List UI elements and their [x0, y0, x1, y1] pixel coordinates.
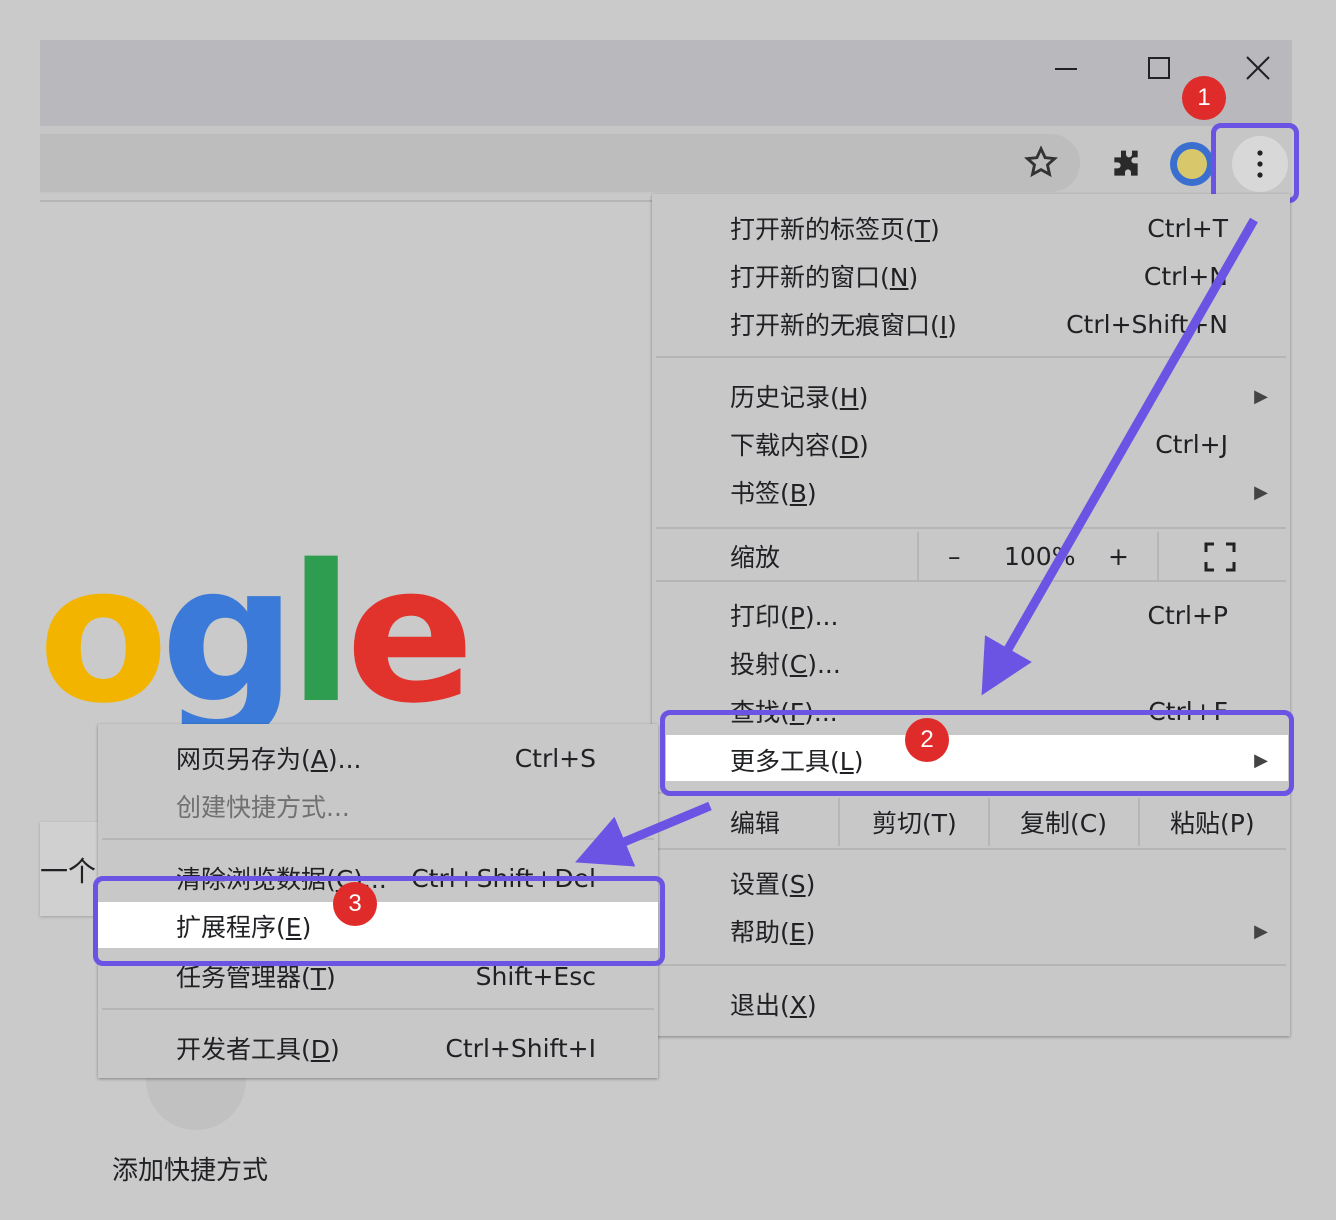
arrow-to-more-tools — [981, 217, 1258, 696]
arrow-to-extensions — [575, 801, 712, 867]
annotation-arrows — [575, 217, 1258, 867]
